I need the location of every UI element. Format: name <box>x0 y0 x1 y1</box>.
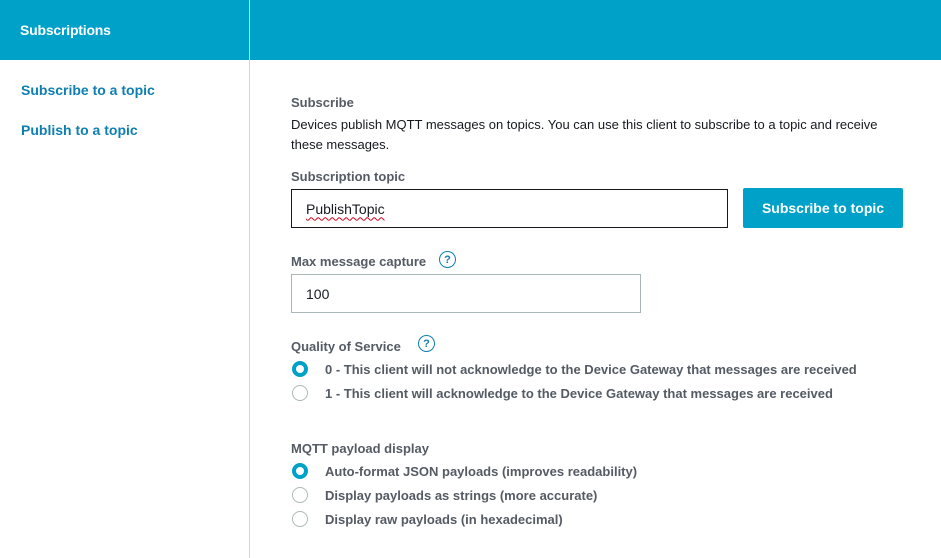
payload-option-json[interactable]: Auto-format JSON payloads (improves read… <box>292 463 637 479</box>
section-heading-subscribe: Subscribe <box>291 95 354 110</box>
sidebar-title: Subscriptions <box>0 0 249 60</box>
subscribe-description: Devices publish MQTT messages on topics.… <box>291 117 878 152</box>
payload-option-hex-label: Display raw payloads (in hexadecimal) <box>325 511 563 527</box>
radio-unselected-icon[interactable] <box>292 487 308 503</box>
max-message-capture-value: 100 <box>306 285 330 302</box>
help-circle-icon[interactable]: ? <box>439 251 456 268</box>
qos-option-1[interactable]: 1 - This client will acknowledge to the … <box>292 385 833 401</box>
help-glyph: ? <box>423 337 430 350</box>
qos-option-1-label: 1 - This client will acknowledge to the … <box>325 385 833 401</box>
subscription-topic-input[interactable]: PublishTopic <box>291 189 728 228</box>
radio-selected-icon[interactable] <box>292 361 308 377</box>
payload-option-hex[interactable]: Display raw payloads (in hexadecimal) <box>292 511 563 527</box>
radio-unselected-icon[interactable] <box>292 511 308 527</box>
max-message-capture-input[interactable]: 100 <box>291 274 641 313</box>
payload-option-strings-label: Display payloads as strings (more accura… <box>325 487 598 503</box>
help-circle-icon[interactable]: ? <box>418 335 435 352</box>
max-message-capture-label: Max message capture <box>291 254 427 269</box>
radio-selected-icon[interactable] <box>292 463 308 479</box>
sidebar: Subscriptions Subscribe to a topic Publi… <box>0 0 250 558</box>
subscription-topic-value: PublishTopic <box>306 200 385 217</box>
qos-label: Quality of Service <box>291 339 401 354</box>
qos-option-0[interactable]: 0 - This client will not acknowledge to … <box>292 361 857 377</box>
payload-option-json-label: Auto-format JSON payloads (improves read… <box>325 463 638 479</box>
payload-display-label: MQTT payload display <box>291 441 429 456</box>
sidebar-link-subscribe[interactable]: Subscribe to a topic <box>21 82 155 98</box>
qos-option-0-label: 0 - This client will not acknowledge to … <box>325 361 857 377</box>
help-glyph: ? <box>444 253 451 266</box>
subscription-topic-label: Subscription topic <box>291 169 406 184</box>
payload-option-strings[interactable]: Display payloads as strings (more accura… <box>292 487 597 503</box>
subscribe-to-topic-button[interactable]: Subscribe to topic <box>743 188 903 228</box>
radio-unselected-icon[interactable] <box>292 385 308 401</box>
sidebar-link-publish[interactable]: Publish to a topic <box>21 122 138 138</box>
top-banner <box>250 0 941 60</box>
